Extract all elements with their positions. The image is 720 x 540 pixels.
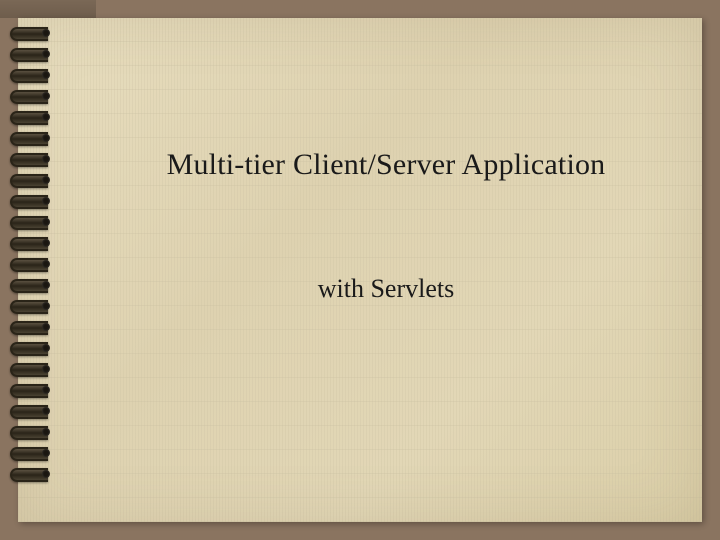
- spiral-ring-icon: [10, 89, 52, 101]
- spiral-ring-icon: [10, 257, 52, 269]
- frame-top-accent: [0, 0, 96, 18]
- spiral-ring-icon: [10, 425, 52, 437]
- spiral-ring-icon: [10, 173, 52, 185]
- spiral-ring-icon: [10, 215, 52, 227]
- slide-frame: Multi-tier Client/Server Application wit…: [0, 0, 720, 540]
- spiral-ring-icon: [10, 236, 52, 248]
- spiral-ring-icon: [10, 362, 52, 374]
- spiral-ring-icon: [10, 383, 52, 395]
- spiral-ring-icon: [10, 467, 52, 479]
- spiral-ring-icon: [10, 26, 52, 38]
- spiral-ring-icon: [10, 299, 52, 311]
- spiral-ring-icon: [10, 47, 52, 59]
- spiral-ring-icon: [10, 341, 52, 353]
- spiral-ring-icon: [10, 68, 52, 80]
- spiral-binding: [10, 26, 60, 486]
- spiral-ring-icon: [10, 278, 52, 290]
- slide-content: Multi-tier Client/Server Application wit…: [70, 18, 702, 522]
- spiral-ring-icon: [10, 320, 52, 332]
- slide-subtitle: with Servlets: [318, 274, 455, 304]
- spiral-ring-icon: [10, 131, 52, 143]
- spiral-ring-icon: [10, 110, 52, 122]
- slide-title: Multi-tier Client/Server Application: [167, 148, 606, 182]
- spiral-ring-icon: [10, 404, 52, 416]
- spiral-ring-icon: [10, 194, 52, 206]
- spiral-ring-icon: [10, 152, 52, 164]
- spiral-ring-icon: [10, 446, 52, 458]
